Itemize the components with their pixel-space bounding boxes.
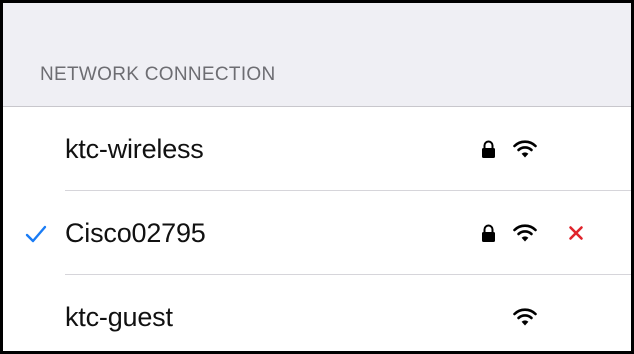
network-row-cisco02795[interactable]: Cisco02795 — [3, 191, 631, 275]
network-list: ktc-wireless Cisco02795 ktc-guest — [3, 107, 631, 351]
network-name: ktc-wireless — [65, 134, 204, 164]
section-header: NETWORK CONNECTION — [3, 3, 631, 107]
network-name: ktc-guest — [65, 302, 173, 332]
network-row-ktc-guest[interactable]: ktc-guest — [3, 275, 631, 351]
network-settings-panel: NETWORK CONNECTION ktc-wireless Cisco027… — [0, 0, 634, 354]
section-title: NETWORK CONNECTION — [40, 64, 276, 85]
lock-icon — [482, 224, 495, 242]
checkmark-icon — [25, 225, 47, 243]
lock-icon — [482, 140, 495, 158]
network-name: Cisco02795 — [65, 218, 206, 248]
wifi-icon — [513, 224, 537, 242]
close-icon[interactable] — [568, 225, 584, 241]
wifi-icon — [513, 308, 537, 326]
wifi-icon — [513, 140, 537, 158]
network-row-ktc-wireless[interactable]: ktc-wireless — [3, 107, 631, 191]
